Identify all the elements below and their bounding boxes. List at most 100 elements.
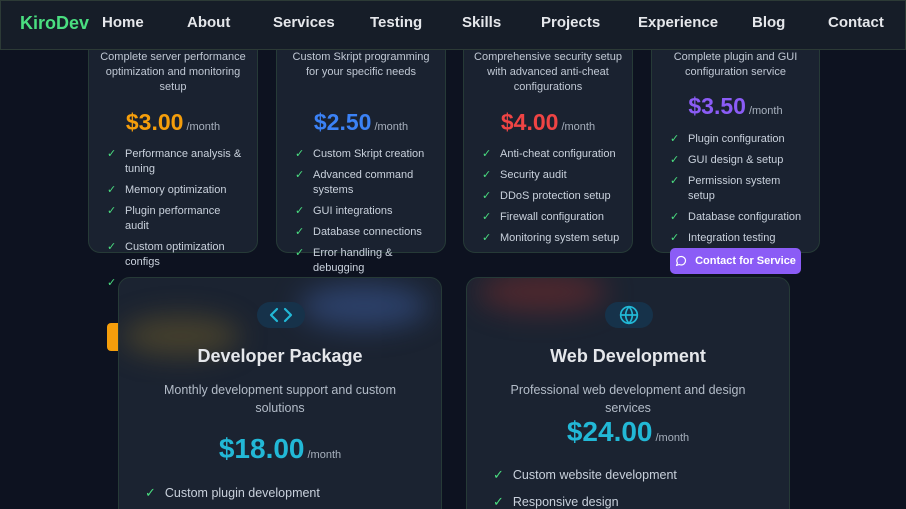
plan-price-amount: $3.50 [688, 93, 746, 119]
plan-feature-list: ✓ Performance analysis & tuning ✓ Memory o… [107, 147, 247, 276]
check-icon: ✓ [107, 184, 117, 196]
check-icon: ✓ [482, 190, 492, 202]
plan-feature: ✓ DDoS protection setup [482, 190, 611, 202]
package-feature: ✓ Responsive design [493, 494, 619, 509]
plan-feature: ✓ Database connections [295, 226, 422, 238]
plan-card-skript: Custom Skript programming for your speci… [276, 24, 446, 274]
nav-link-services[interactable]: Services [273, 14, 335, 31]
package-price: $18.00/month [119, 433, 441, 465]
plan-feature-list: ✓ Plugin configuration ✓ GUI design & setu… [670, 132, 809, 252]
check-icon: ✓ [295, 226, 305, 238]
check-icon: ✓ [493, 467, 504, 482]
check-icon: ✓ [295, 247, 305, 259]
plan-price-period: /month [186, 121, 221, 133]
contact-for-service-button[interactable]: Contact for Service [670, 248, 801, 274]
plan-description: Custom Skript programming for your speci… [292, 51, 430, 78]
chat-bubble-icon [675, 255, 687, 267]
check-icon: ✓ [107, 241, 117, 253]
check-icon: ✓ [482, 232, 492, 244]
check-icon: ✓ [482, 148, 492, 160]
plan-feature: ✓ Custom optimization configs [107, 241, 225, 268]
plan-description: Complete plugin and GUI configuration se… [673, 51, 798, 78]
plan-price: $2.50/month [277, 109, 445, 136]
check-icon: ✓ [107, 277, 117, 289]
plan-price-amount: $4.00 [500, 109, 559, 135]
package-price-period: /month [655, 432, 690, 444]
package-price-period: /month [307, 449, 342, 461]
plan-feature-list: ✓ Custom Skript creation ✓ Advanced comman… [295, 147, 435, 282]
check-icon: ✓ [107, 148, 117, 160]
plan-price: $3.50/month [652, 93, 819, 120]
package-description: Professional web development and design … [510, 383, 746, 415]
nav-link-about[interactable]: About [187, 14, 230, 31]
check-icon: ✓ [670, 211, 680, 223]
plan-feature: ✓ Advanced command systems [295, 169, 414, 196]
plan-description: Complete server performance optimization… [100, 51, 246, 93]
plan-feature: ✓ Permission system setup [670, 175, 781, 202]
plan-feature: ✓ Firewall configuration [482, 211, 604, 223]
check-icon: ✓ [107, 205, 117, 217]
check-icon: ✓ [482, 211, 492, 223]
nav-link-experience[interactable]: Experience [638, 14, 718, 31]
plan-price-period: /month [561, 121, 596, 133]
nav-link-home[interactable]: Home [102, 14, 144, 31]
contact-button-label: Contact for Service [695, 255, 796, 267]
package-title: Developer Package [197, 346, 363, 366]
package-feature: ✓ Custom website development [493, 467, 677, 482]
package-price: $24.00/month [467, 416, 789, 448]
plan-card-performance: Complete server performance optimization… [88, 24, 258, 268]
package-feature: ✓ Custom plugin development [145, 485, 320, 500]
nav-link-projects[interactable]: Projects [541, 14, 600, 31]
plan-feature: ✓ Error handling & debugging [295, 247, 393, 274]
decorative-glow [477, 278, 607, 312]
brand-logo[interactable]: KiroDev [20, 13, 89, 34]
plan-feature: ✓ Security audit [482, 169, 567, 181]
plan-feature: ✓ GUI design & setup [670, 154, 784, 166]
plan-price-period: /month [748, 105, 783, 117]
plan-feature: ✓ Custom Skript creation [295, 148, 425, 160]
plan-feature: ✓ Plugin performance audit [107, 205, 221, 232]
plan-feature-list: ✓ Anti-cheat configuration ✓ Security audi… [482, 147, 622, 252]
globe-icon [619, 305, 639, 325]
nav-link-contact[interactable]: Contact [828, 14, 884, 31]
plan-price-amount: $2.50 [313, 109, 372, 135]
check-icon: ✓ [145, 485, 156, 500]
package-card-developer: Developer Package Monthly development su… [118, 277, 442, 509]
package-card-web-development: Web Development Professional web develop… [466, 277, 790, 509]
package-description: Monthly development support and custom s… [163, 383, 397, 415]
plan-price: $4.00/month [464, 109, 632, 136]
plan-feature: ✓ Anti-cheat configuration [482, 148, 616, 160]
nav-link-blog[interactable]: Blog [752, 14, 785, 31]
plan-feature: ✓ Database configuration [670, 211, 802, 223]
check-icon: ✓ [670, 133, 680, 145]
plan-price: $3.00/month [89, 109, 257, 136]
check-icon: ✓ [493, 494, 504, 509]
plan-feature: ✓ Monitoring system setup [482, 232, 620, 244]
code-brackets-icon [269, 307, 293, 323]
nav-link-skills[interactable]: Skills [462, 14, 501, 31]
package-title: Web Development [550, 346, 706, 366]
package-price-amount: $18.00 [218, 433, 305, 464]
check-icon: ✓ [670, 175, 680, 187]
package-icon-badge [605, 302, 653, 328]
package-icon-badge [257, 302, 305, 328]
check-icon: ✓ [482, 169, 492, 181]
check-icon: ✓ [670, 154, 680, 166]
top-navbar: KiroDev Home About Services Testing Skil… [0, 0, 906, 50]
decorative-glow [299, 284, 429, 328]
package-price-amount: $24.00 [566, 416, 653, 447]
check-icon: ✓ [670, 232, 680, 244]
plan-feature: ✓ Memory optimization [107, 184, 227, 196]
plan-price-amount: $3.00 [125, 109, 184, 135]
check-icon: ✓ [295, 169, 305, 181]
nav-link-testing[interactable]: Testing [370, 14, 422, 31]
plan-feature: ✓ Plugin configuration [670, 133, 785, 145]
plan-description: Comprehensive security setup with advanc… [474, 51, 622, 93]
plan-card-security: Comprehensive security setup with advanc… [463, 24, 633, 253]
plan-price-period: /month [374, 121, 409, 133]
plan-card-plugin-gui: Complete plugin and GUI configuration se… [651, 24, 820, 253]
plan-feature: ✓ GUI integrations [295, 205, 393, 217]
check-icon: ✓ [295, 148, 305, 160]
plan-feature: ✓ Integration testing [670, 232, 776, 244]
plan-feature: ✓ Performance analysis & tuning [107, 148, 242, 175]
